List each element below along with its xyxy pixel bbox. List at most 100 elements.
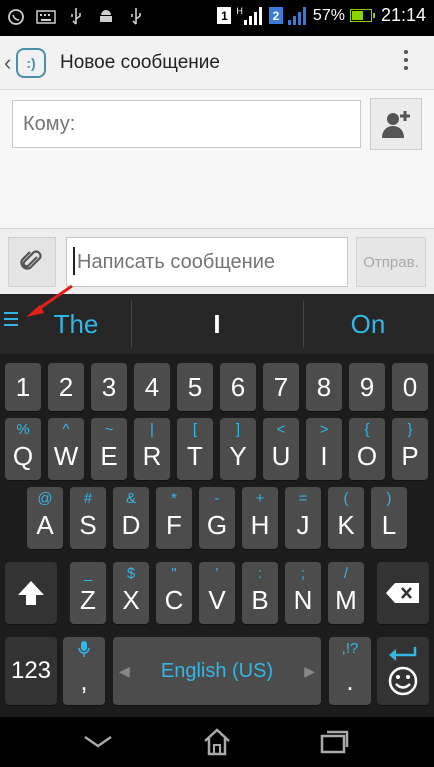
key-s[interactable]: # S bbox=[70, 487, 106, 549]
key-e[interactable]: ~ E bbox=[91, 418, 127, 480]
key-k[interactable]: (K bbox=[328, 487, 364, 549]
message-input[interactable] bbox=[66, 237, 348, 287]
key-8[interactable]: 8 bbox=[306, 363, 342, 411]
usb-icon bbox=[66, 7, 86, 27]
key-hint: + bbox=[255, 490, 265, 507]
key-label: S bbox=[79, 510, 97, 540]
comma-key[interactable]: , bbox=[63, 637, 105, 705]
android-icon bbox=[96, 7, 116, 27]
key-5[interactable]: 5 bbox=[177, 363, 213, 411]
key-9[interactable]: 9 bbox=[349, 363, 385, 411]
space-bar[interactable]: ◀ English (US) ▶ bbox=[113, 637, 321, 705]
clock: 21:14 bbox=[380, 5, 426, 25]
overflow-menu-icon[interactable] bbox=[404, 50, 408, 70]
key-n[interactable]: ; N bbox=[285, 562, 321, 624]
messaging-app-icon[interactable]: :) bbox=[16, 47, 46, 78]
key-label: W bbox=[53, 441, 79, 471]
key-hint: ; bbox=[300, 565, 306, 582]
key-1[interactable]: 1 bbox=[5, 363, 41, 411]
key-hint: | bbox=[150, 421, 154, 438]
key-6[interactable]: 6 bbox=[220, 363, 256, 411]
key-label: H bbox=[250, 510, 270, 540]
space-right-chevron-icon: ▶ bbox=[304, 663, 315, 679]
key-label: G bbox=[206, 510, 228, 540]
add-contact-button[interactable] bbox=[370, 98, 422, 150]
key-hint: / bbox=[343, 565, 349, 582]
key-7[interactable]: 7 bbox=[263, 363, 299, 411]
key-y[interactable]: ] Y bbox=[220, 418, 256, 480]
shift-key[interactable] bbox=[5, 562, 57, 624]
key-u[interactable]: < U bbox=[263, 418, 299, 480]
send-button[interactable]: Отправ. bbox=[356, 237, 426, 287]
key-j[interactable]: = J bbox=[285, 487, 321, 549]
status-bar: 1 H 2 57% 21:14 bbox=[0, 0, 434, 36]
battery-percent: 57% bbox=[312, 6, 345, 24]
key-0[interactable]: 0 bbox=[392, 363, 428, 411]
key-q[interactable]: % Q bbox=[5, 418, 41, 480]
network-type-label: H bbox=[236, 5, 243, 16]
key-label: Q bbox=[12, 441, 34, 471]
key-v[interactable]: ' V bbox=[199, 562, 235, 624]
suggestion-divider bbox=[131, 300, 132, 348]
key-hint: @ bbox=[37, 490, 53, 507]
key-i[interactable]: > I bbox=[306, 418, 342, 480]
space-left-chevron-icon: ◀ bbox=[119, 663, 130, 679]
action-bar: ‹ :) Новое сообщение bbox=[0, 36, 434, 90]
key-g[interactable]: -G bbox=[199, 487, 235, 549]
suggestion-right[interactable]: On bbox=[306, 294, 430, 354]
key-o[interactable]: {O bbox=[349, 418, 385, 480]
key-a[interactable]: @ A bbox=[27, 487, 63, 549]
add-person-icon bbox=[382, 111, 410, 138]
nav-back-down-icon[interactable] bbox=[78, 727, 118, 757]
key-2[interactable]: 2 bbox=[48, 363, 84, 411]
key-label: R bbox=[142, 441, 162, 471]
key-hint: # bbox=[83, 490, 93, 507]
key-hint: & bbox=[125, 490, 136, 507]
key-hint: ( bbox=[343, 490, 349, 507]
key-p[interactable]: } P bbox=[392, 418, 428, 480]
symbols-key[interactable]: 123 bbox=[5, 637, 57, 705]
key-h[interactable]: + H bbox=[242, 487, 278, 549]
backspace-key[interactable] bbox=[377, 562, 429, 624]
key-t[interactable]: [T bbox=[177, 418, 213, 480]
key-w[interactable]: ^ W bbox=[48, 418, 84, 480]
enter-smiley-key[interactable] bbox=[377, 637, 429, 705]
key-label: M bbox=[335, 585, 357, 615]
key-z[interactable]: _ Z bbox=[70, 562, 106, 624]
key-d[interactable]: & D bbox=[113, 487, 149, 549]
suggestion-divider bbox=[303, 300, 304, 348]
keyboard-notification-icon bbox=[36, 7, 56, 27]
key-hint: $ bbox=[126, 565, 136, 582]
attach-button[interactable] bbox=[8, 237, 56, 287]
key-r[interactable]: | R bbox=[134, 418, 170, 480]
signal-icon-sim2 bbox=[287, 6, 308, 25]
key-hint: ) bbox=[386, 490, 392, 507]
backspace-icon bbox=[386, 583, 419, 603]
key-l[interactable]: ) L bbox=[371, 487, 407, 549]
period-key[interactable]: ,!?. bbox=[329, 637, 371, 705]
recipient-input[interactable] bbox=[12, 100, 361, 148]
key-3[interactable]: 3 bbox=[91, 363, 127, 411]
key-label: O bbox=[356, 441, 378, 471]
space-language-label: English (US) bbox=[160, 659, 274, 682]
key-m[interactable]: / M bbox=[328, 562, 364, 624]
key-label: . bbox=[346, 666, 354, 696]
battery-icon bbox=[349, 9, 375, 22]
key-b[interactable]: :B bbox=[242, 562, 278, 624]
key-4[interactable]: 4 bbox=[134, 363, 170, 411]
key-x[interactable]: $ X bbox=[113, 562, 149, 624]
suggestions-menu-icon[interactable] bbox=[4, 312, 18, 326]
back-chevron-icon[interactable]: ‹ bbox=[4, 50, 16, 76]
key-hint: ~ bbox=[104, 421, 114, 438]
key-hint: ^ bbox=[62, 421, 70, 438]
key-c[interactable]: " C bbox=[156, 562, 192, 624]
key-label: Y bbox=[229, 441, 247, 471]
nav-recents-icon[interactable] bbox=[314, 727, 354, 757]
key-hint: % bbox=[16, 421, 30, 438]
key-label: Z bbox=[80, 585, 96, 615]
nav-home-icon[interactable] bbox=[197, 727, 237, 757]
key-f[interactable]: * F bbox=[156, 487, 192, 549]
suggestion-center[interactable]: I bbox=[134, 294, 300, 354]
suggestion-left[interactable]: The bbox=[24, 294, 128, 354]
text-cursor bbox=[73, 247, 75, 275]
